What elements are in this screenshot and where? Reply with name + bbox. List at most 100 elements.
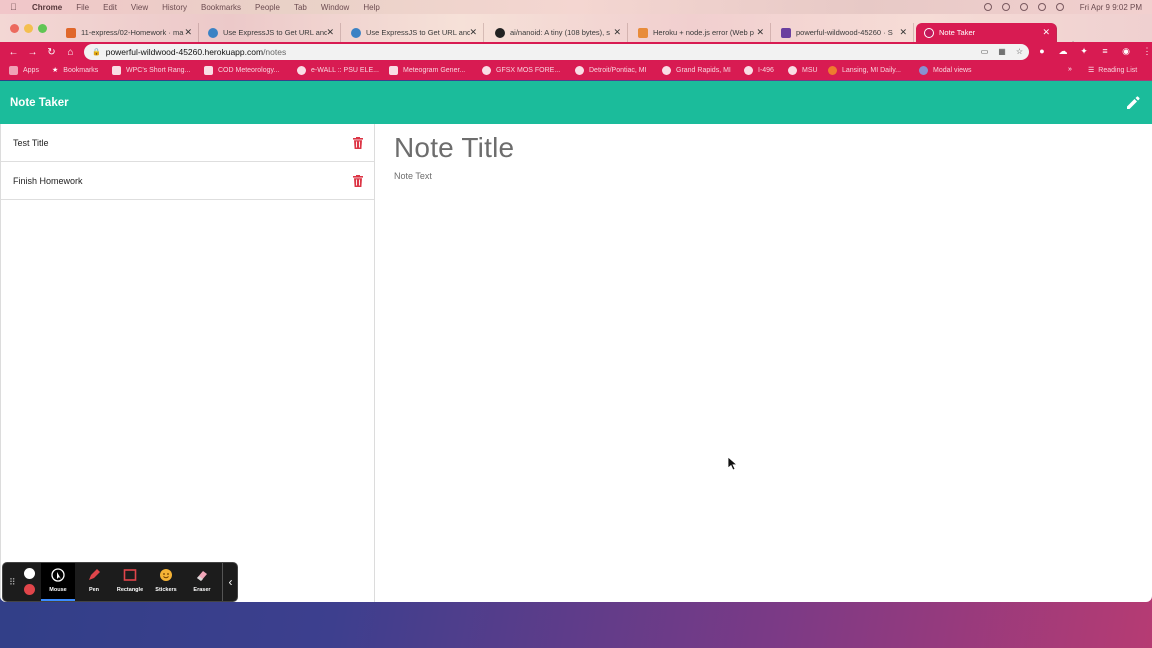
bookmark-meteogram[interactable]: Meteogram Gener... [389,66,465,75]
trash-icon[interactable] [352,136,363,149]
tab-homework[interactable]: 11-express/02-Homework · ma ✕ [58,23,199,42]
stop-record-icon[interactable] [24,584,35,595]
tool-mouse[interactable]: Mouse [41,563,75,601]
cast-icon[interactable]: ▭ [981,47,989,56]
modal-icon [919,66,928,75]
bookmark-star-icon[interactable]: ☆ [1016,47,1023,56]
note-title-input[interactable]: Note Title [394,132,514,164]
menu-history[interactable]: History [162,3,187,12]
browser-toolbar-right: ● ☁ ✦ ≡ ◉ ⋮ [1036,45,1152,57]
bookmark-label: WPC's Short Rang... [126,67,191,74]
menu-edit[interactable]: Edit [103,3,117,12]
minimize-window-icon[interactable] [24,24,33,33]
menu-bookmarks[interactable]: Bookmarks [201,3,241,12]
tab-heroku-error[interactable]: Heroku + node.js error (Web p ✕ [630,23,771,42]
menu-view[interactable]: View [131,3,148,12]
bookmark-bookmarks[interactable]: ★ Bookmarks [52,66,98,75]
apple-icon[interactable]:  [10,2,24,12]
menu-file[interactable]: File [76,3,89,12]
back-icon[interactable]: ← [4,47,23,58]
tool-eraser[interactable]: Eraser [185,568,219,593]
more-menu-icon[interactable]: ⋮ [1141,45,1152,57]
bookmark-label: COD Meteorology... [218,67,280,74]
bookmark-msu[interactable]: MSU [788,66,818,75]
wifi-icon[interactable] [1019,3,1028,11]
reading-queue-icon[interactable]: ≡ [1099,45,1111,57]
new-note-pencil-icon[interactable] [1124,94,1142,112]
bookmark-lansing[interactable]: Lansing, MI Daily... [828,66,901,75]
notes-list: Test Title Finish Homework [0,124,375,602]
mouse-cursor-icon [727,456,740,476]
control-center-icon[interactable] [1037,3,1046,11]
fullscreen-window-icon[interactable] [38,24,47,33]
tab-heroku-app[interactable]: powerful-wildwood-45260 · S ✕ [773,23,914,42]
bookmark-ewall[interactable]: e-WALL :: PSU ELE... [297,66,379,75]
tab-expressjs-1[interactable]: Use ExpressJS to Get URL and ✕ [200,23,341,42]
clock[interactable]: Fri Apr 9 9:02 PM [1080,3,1142,12]
bookmark-grand-rapids[interactable]: Grand Rapids, MI [662,66,731,75]
menu-help[interactable]: Help [363,3,379,12]
qr-code-icon[interactable]: ▦ [998,47,1006,56]
globe-icon [744,66,753,75]
home-icon[interactable]: ⌂ [61,47,80,58]
menu-window[interactable]: Window [321,3,349,12]
forward-icon[interactable]: → [23,47,42,58]
cloud-extension-icon[interactable]: ☁ [1057,45,1069,57]
app-title[interactable]: Note Taker [10,97,69,109]
note-title[interactable]: Test Title [13,138,49,148]
tab-close-icon[interactable]: ✕ [469,27,477,38]
url-bar[interactable]: 🔒 powerful-wildwood-45260.herokuapp.com /… [84,44,1029,60]
bookmark-wpc[interactable]: WPC's Short Rang... [112,66,190,75]
bookmark-label: Modal views [933,67,972,74]
bookmark-apps[interactable]: Apps [9,66,39,75]
bookmark-label: GFSX MOS FORE... [496,67,561,74]
menu-app[interactable]: Chrome [32,3,62,12]
list-item[interactable]: Finish Homework [1,162,374,200]
screen-record-icon[interactable] [983,3,992,11]
tab-note-taker[interactable]: Note Taker ✕ [916,23,1057,42]
tab-close-icon[interactable]: ✕ [1042,27,1050,38]
tab-close-icon[interactable]: ✕ [184,27,192,38]
tab-expressjs-2[interactable]: Use ExpressJS to Get URL and ✕ [343,23,484,42]
bluetooth-icon[interactable] [1001,3,1010,11]
close-window-icon[interactable] [10,24,19,33]
globe-icon [662,66,671,75]
page-icon [638,27,648,38]
reload-icon[interactable]: ↻ [42,47,61,58]
spotlight-icon[interactable] [1055,3,1064,11]
bookmark-detroit[interactable]: Detroit/Pontiac, MI [575,66,647,75]
tool-rectangle[interactable]: Rectangle [113,568,147,593]
extensions-puzzle-icon[interactable]: ✦ [1078,45,1090,57]
pause-icon[interactable] [24,568,35,579]
note-editor: Note Title Note Text [394,132,514,181]
bookmark-modal-views[interactable]: Modal views [919,66,972,75]
menu-tab[interactable]: Tab [294,3,307,12]
bookmark-gfsx[interactable]: GFSX MOS FORE... [482,66,560,75]
tab-close-icon[interactable]: ✕ [326,27,334,38]
bookmark-label: Apps [23,67,39,74]
note-title[interactable]: Finish Homework [13,176,83,186]
drag-handle-icon[interactable]: ⠿ [9,577,16,588]
tab-close-icon[interactable]: ✕ [899,27,907,38]
tab-close-icon[interactable]: ✕ [756,27,764,38]
trash-icon[interactable] [352,174,363,187]
globe-icon [924,27,934,38]
bookmarks-bar: Apps ★ Bookmarks WPC's Short Rang... COD … [0,62,1152,80]
tab-close-icon[interactable]: ✕ [613,27,621,38]
bookmarks-overflow-icon[interactable]: » [1068,66,1072,73]
reading-list[interactable]: ☰ Reading List [1088,66,1137,75]
list-item[interactable]: Test Title [1,124,374,162]
tool-stickers[interactable]: Stickers [149,568,183,593]
bookmark-cod[interactable]: COD Meteorology... [204,66,279,75]
bookmark-i496[interactable]: I-496 [744,66,774,75]
tab-nanoid[interactable]: ai/nanoid: A tiny (108 bytes), s ✕ [487,23,628,42]
note-text-area[interactable]: Note Text [394,171,514,181]
lock-icon[interactable]: 🔒 [92,48,101,56]
ewall-icon [297,66,306,75]
screen-recorder-toolbar: ⠿ Mouse Pen Rectangle Stickers Eraser ‹ [2,562,238,602]
tool-pen[interactable]: Pen [77,568,111,593]
collapse-chevron-icon[interactable]: ‹ [222,563,238,601]
menu-people[interactable]: People [255,3,280,12]
profile-avatar[interactable]: ◉ [1120,45,1132,57]
extension-icon[interactable]: ● [1036,45,1048,57]
